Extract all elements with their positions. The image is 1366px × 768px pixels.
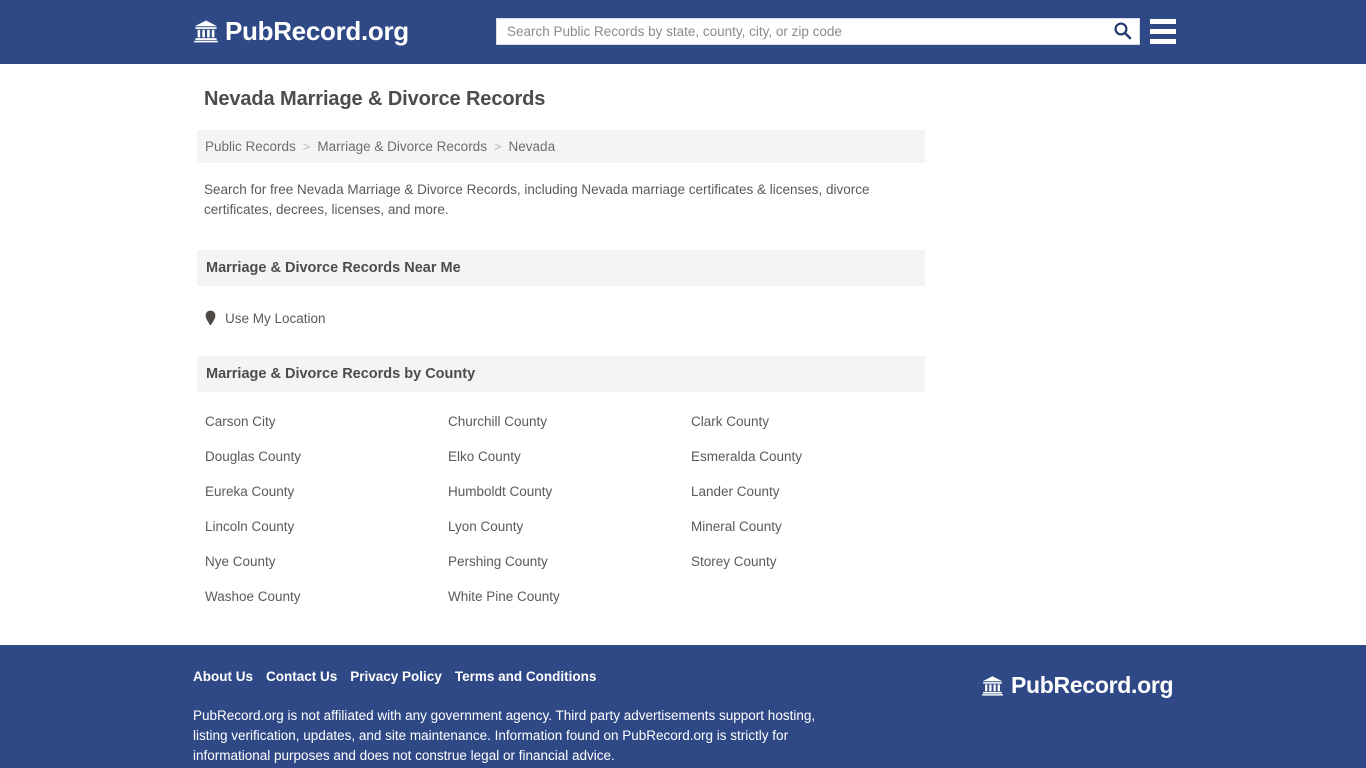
search-icon <box>1113 21 1132 43</box>
county-link[interactable]: Churchill County <box>448 414 547 429</box>
county-link[interactable]: Nye County <box>205 554 276 569</box>
county-link[interactable]: Lyon County <box>448 519 523 534</box>
map-pin-icon <box>205 310 216 326</box>
menu-bar-2 <box>1150 29 1176 34</box>
menu-bar-3 <box>1150 39 1176 44</box>
footer-links: About Us Contact Us Privacy Policy Terms… <box>193 669 596 684</box>
hamburger-menu-icon[interactable] <box>1150 19 1176 44</box>
breadcrumb-item-nevada[interactable]: Nevada <box>509 139 556 154</box>
county-link[interactable]: Esmeralda County <box>691 449 802 464</box>
use-my-location-button[interactable]: Use My Location <box>205 310 326 326</box>
search-bar <box>496 18 1140 45</box>
bank-building-icon <box>981 674 1004 697</box>
breadcrumb-separator: > <box>493 139 502 154</box>
section-heading-by-county: Marriage & Divorce Records by County <box>197 356 925 392</box>
county-link[interactable]: Washoe County <box>205 589 301 604</box>
footer-link-contact-us[interactable]: Contact Us <box>266 669 337 684</box>
use-my-location-label: Use My Location <box>225 310 326 326</box>
site-logo[interactable]: PubRecord.org <box>193 18 409 44</box>
county-link[interactable]: Elko County <box>448 449 521 464</box>
footer-logo-text: PubRecord.org <box>1011 672 1174 698</box>
county-link[interactable]: Lander County <box>691 484 780 499</box>
county-link[interactable]: Carson City <box>205 414 276 429</box>
bank-building-icon <box>193 18 219 44</box>
breadcrumb-item-marriage-divorce-records[interactable]: Marriage & Divorce Records <box>317 139 487 154</box>
county-link[interactable]: Clark County <box>691 414 769 429</box>
county-link[interactable]: Storey County <box>691 554 777 569</box>
county-list: Carson City Churchill County Clark Count… <box>205 414 925 604</box>
breadcrumb-separator: > <box>302 139 311 154</box>
footer-link-terms-and-conditions[interactable]: Terms and Conditions <box>455 669 597 684</box>
footer-link-privacy-policy[interactable]: Privacy Policy <box>350 669 442 684</box>
footer-disclaimer: PubRecord.org is not affiliated with any… <box>193 707 816 763</box>
footer-logo[interactable]: PubRecord.org <box>981 672 1174 698</box>
breadcrumb-item-public-records[interactable]: Public Records <box>205 139 296 154</box>
footer-link-about-us[interactable]: About Us <box>193 669 253 684</box>
menu-bar-1 <box>1150 19 1176 24</box>
section-heading-near-me: Marriage & Divorce Records Near Me <box>197 250 925 286</box>
site-logo-text: PubRecord.org <box>225 16 409 46</box>
county-link[interactable]: Douglas County <box>205 449 301 464</box>
site-header: PubRecord.org <box>0 0 1366 64</box>
page-body: Nevada Marriage & Divorce Records Public… <box>0 64 1366 645</box>
county-link[interactable]: Eureka County <box>205 484 294 499</box>
county-link[interactable]: Pershing County <box>448 554 548 569</box>
county-link[interactable]: Humboldt County <box>448 484 552 499</box>
page-title: Nevada Marriage & Divorce Records <box>204 88 546 110</box>
breadcrumb: Public Records > Marriage & Divorce Reco… <box>197 130 925 163</box>
search-button[interactable] <box>1105 19 1139 44</box>
county-link[interactable]: White Pine County <box>448 589 560 604</box>
county-link[interactable]: Lincoln County <box>205 519 294 534</box>
county-link[interactable]: Mineral County <box>691 519 782 534</box>
site-footer: About Us Contact Us Privacy Policy Terms… <box>0 645 1366 768</box>
intro-description: Search for free Nevada Marriage & Divorc… <box>204 182 870 217</box>
search-input[interactable] <box>497 19 1105 44</box>
content-column: Nevada Marriage & Divorce Records Public… <box>197 64 925 604</box>
